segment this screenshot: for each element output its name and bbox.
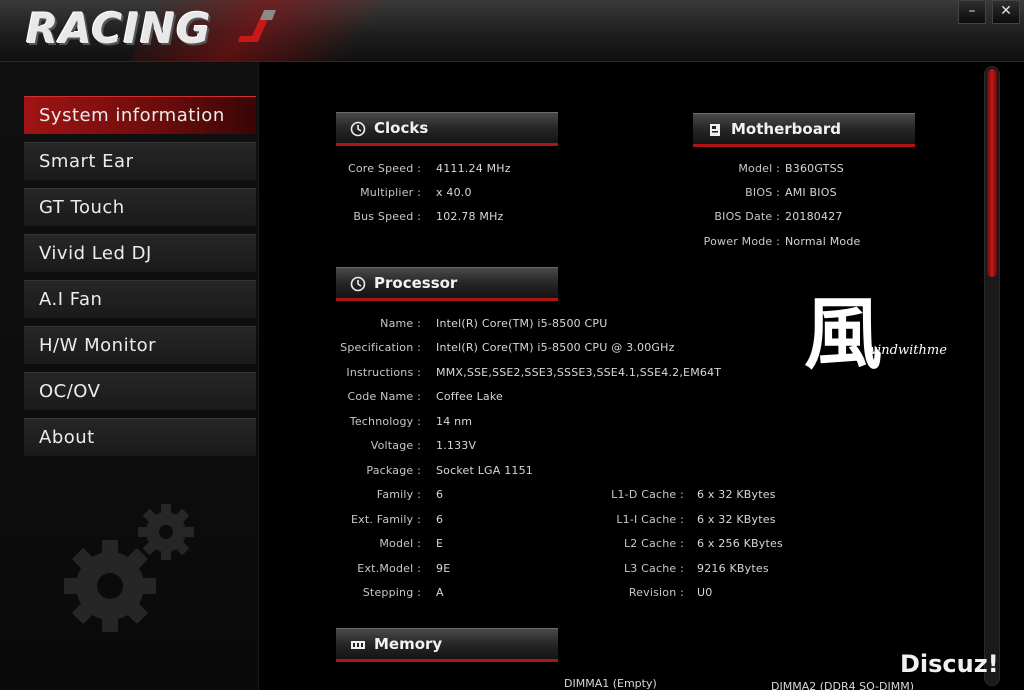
motherboard-header: Motherboard: [693, 113, 915, 147]
power-mode-label: Power Mode :: [703, 235, 780, 248]
technology-label: Technology :: [349, 415, 421, 428]
sidebar-item-smart-ear[interactable]: Smart Ear: [24, 142, 256, 180]
cpu-name-value: Intel(R) Core(TM) i5-8500 CPU: [436, 317, 608, 330]
family-label: Family :: [376, 488, 421, 501]
dimm-a1-slot: DIMMA1 (Empty): [564, 677, 657, 690]
ext-model-label: Ext.Model :: [357, 562, 421, 575]
l3-cache-label: L3 Cache :: [623, 562, 684, 575]
ext-model-value: 9E: [436, 562, 451, 575]
watermark-logo: 風: [804, 289, 883, 380]
voltage-value: 1.133V: [436, 439, 477, 452]
l1d-cache-label: L1-D Cache :: [611, 488, 684, 501]
core-speed-label: Core Speed :: [347, 162, 421, 175]
bios-value: AMI BIOS: [785, 186, 837, 199]
family-value: 6: [436, 488, 444, 501]
multiplier-label: Multiplier :: [360, 186, 421, 199]
motherboard-icon: [710, 124, 720, 136]
sidebar-item-vivid-led-dj[interactable]: Vivid Led DJ: [24, 234, 256, 272]
stepping-label: Stepping :: [362, 586, 421, 599]
bus-speed-label: Bus Speed :: [353, 210, 421, 223]
processor-header: Processor: [336, 267, 558, 301]
mb-model-value: B360GTSS: [785, 162, 844, 175]
package-label: Package :: [366, 464, 421, 477]
memory-title: Memory: [374, 635, 443, 653]
sidebar-item-ai-fan[interactable]: A.I Fan: [24, 280, 256, 318]
l2-cache-value: 6 x 256 KBytes: [697, 537, 783, 550]
sidebar-item-about[interactable]: About: [24, 418, 256, 456]
dimm-a2-slot: DIMMA2 (DDR4 SO-DIMM): [771, 680, 914, 690]
gears-icon: [64, 504, 194, 632]
instructions-label: Instructions :: [346, 366, 421, 379]
voltage-label: Voltage :: [370, 439, 421, 452]
sidebar-item-system-information[interactable]: System information: [24, 96, 256, 134]
close-button[interactable]: ✕: [992, 0, 1020, 24]
clocks-header: Clocks: [336, 112, 558, 146]
sidebar-item-hw-monitor[interactable]: H/W Monitor: [24, 326, 256, 364]
code-name-label: Code Name :: [347, 390, 421, 403]
stepping-value: A: [436, 586, 444, 599]
l3-cache-value: 9216 KBytes: [697, 562, 769, 575]
clock-icon: [350, 121, 366, 137]
l2-cache-label: L2 Cache :: [623, 537, 684, 550]
bus-speed-value: 102.78 MHz: [436, 210, 504, 223]
title-bar: RACING – ✕: [0, 0, 1024, 62]
bios-date-label: BIOS Date :: [714, 210, 780, 223]
sidebar-item-gt-touch[interactable]: GT Touch: [24, 188, 256, 226]
watermark-text: windwithme: [866, 343, 947, 358]
instructions-value: MMX,SSE,SSE2,SSE3,SSSE3,SSE4.1,SSE4.2,EM…: [436, 366, 722, 379]
mb-model-label: Model :: [738, 162, 780, 175]
scrollbar[interactable]: [984, 66, 1000, 686]
multiplier-value: x 40.0: [436, 186, 472, 199]
app-logo: RACING: [26, 4, 212, 53]
logo-mark-icon: [238, 10, 276, 42]
scrollbar-thumb[interactable]: [987, 69, 997, 277]
sidebar: System information Smart Ear GT Touch Vi…: [0, 62, 258, 690]
code-name-value: Coffee Lake: [436, 390, 504, 403]
ext-family-label: Ext. Family :: [351, 513, 421, 526]
cpu-spec-value: Intel(R) Core(TM) i5-8500 CPU @ 3.00GHz: [436, 341, 675, 354]
l1i-cache-label: L1-I Cache :: [616, 513, 684, 526]
power-mode-value: Normal Mode: [785, 235, 861, 248]
technology-value: 14 nm: [436, 415, 473, 428]
clock-icon: [350, 276, 366, 292]
ext-family-value: 6: [436, 513, 444, 526]
memory-header: Memory: [336, 628, 558, 662]
discuz-watermark: Discuz!: [900, 650, 999, 678]
cpu-spec-label: Specification :: [340, 341, 421, 354]
main-panel: Clocks Core Speed : 4111.24 MHz Multipli…: [258, 62, 1024, 690]
processor-title: Processor: [374, 274, 458, 292]
cpu-name-label: Name :: [380, 317, 421, 330]
cpu-model-value: E: [436, 537, 444, 550]
revision-label: Revision :: [628, 586, 684, 599]
l1i-cache-value: 6 x 32 KBytes: [697, 513, 776, 526]
revision-value: U0: [697, 586, 713, 599]
minimize-button[interactable]: –: [958, 0, 986, 24]
l1d-cache-value: 6 x 32 KBytes: [697, 488, 776, 501]
sidebar-item-oc-ov[interactable]: OC/OV: [24, 372, 256, 410]
memory-icon: [351, 641, 365, 649]
package-value: Socket LGA 1151: [436, 464, 533, 477]
bios-label: BIOS :: [745, 186, 780, 199]
motherboard-title: Motherboard: [731, 120, 841, 138]
clocks-title: Clocks: [374, 119, 429, 137]
bios-date-value: 20180427: [785, 210, 843, 223]
core-speed-value: 4111.24 MHz: [436, 162, 511, 175]
cpu-model-label: Model :: [379, 537, 421, 550]
